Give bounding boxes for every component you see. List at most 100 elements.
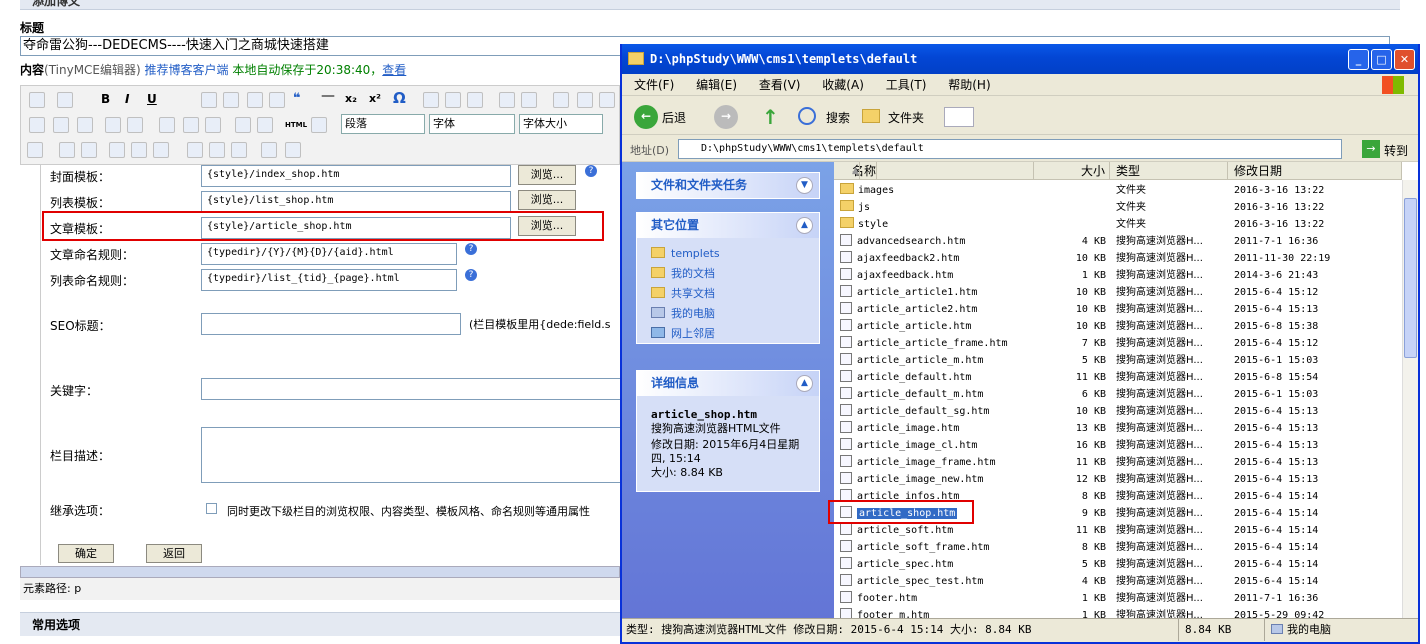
- col-after-icon[interactable]: [209, 142, 225, 158]
- help-icon[interactable]: ?: [465, 269, 477, 281]
- list-browse-button[interactable]: 浏览...: [518, 190, 576, 210]
- go-label[interactable]: 转到: [1384, 142, 1408, 159]
- explorer-titlebar[interactable]: D:\phpStudy\WWW\cms1\templets\default _ …: [622, 44, 1418, 74]
- file-row[interactable]: article_spec.htm 5 KB 搜狗高速浏览器H... 2015-6-4 …: [834, 556, 1402, 573]
- file-row[interactable]: article_image_new.htm 12 KB 搜狗高速浏览器H... 201…: [834, 471, 1402, 488]
- file-row[interactable]: article_spec_test.htm 4 KB 搜狗高速浏览器H... 2015…: [834, 573, 1402, 590]
- chevron-up-icon[interactable]: ▲: [796, 375, 813, 392]
- picture-icon[interactable]: [183, 117, 199, 133]
- align-left-icon[interactable]: [423, 92, 439, 108]
- cover-browse-button[interactable]: 浏览...: [518, 165, 576, 185]
- unlink-icon[interactable]: [53, 117, 69, 133]
- align-center-icon[interactable]: [445, 92, 461, 108]
- back-button[interactable]: 返回: [146, 544, 202, 563]
- keyword-input[interactable]: [201, 378, 621, 400]
- image-icon[interactable]: [159, 117, 175, 133]
- details-panel-header[interactable]: 详细信息 ▲: [637, 371, 819, 396]
- find-icon[interactable]: [499, 92, 515, 108]
- cover-template-input[interactable]: {style}/index_shop.htm: [201, 165, 511, 187]
- row-after-icon[interactable]: [131, 142, 147, 158]
- file-row[interactable]: article_image.htm 13 KB 搜狗高速浏览器H... 2015-6-…: [834, 420, 1402, 437]
- column-name[interactable]: 名称 ▲: [834, 162, 1034, 180]
- italic-icon[interactable]: I: [125, 92, 129, 106]
- list-naming-input[interactable]: {typedir}/list_{tid}_{page}.html: [201, 269, 457, 291]
- file-row[interactable]: style 文件夹 2016-3-16 13:22: [834, 216, 1402, 233]
- file-row[interactable]: article_default_m.htm 6 KB 搜狗高速浏览器H... 2015…: [834, 386, 1402, 403]
- format-select[interactable]: 段落: [341, 114, 425, 134]
- place-my-documents[interactable]: 我的文档: [637, 264, 819, 284]
- number-list-icon[interactable]: [223, 92, 239, 108]
- file-row[interactable]: advancedsearch.htm 4 KB 搜狗高速浏览器H... 2011-7-…: [834, 233, 1402, 250]
- recommend-link[interactable]: 推荐博客客户端: [145, 63, 229, 77]
- menu-view[interactable]: 查看(V): [759, 78, 801, 92]
- view-link[interactable]: 查看: [382, 63, 406, 77]
- file-row[interactable]: article_article.htm 10 KB 搜狗高速浏览器H... 2015-…: [834, 318, 1402, 335]
- list-template-input[interactable]: {style}/list_shop.htm: [201, 191, 511, 213]
- quote-icon[interactable]: ❝: [293, 91, 301, 106]
- close-button[interactable]: ✕: [1394, 49, 1415, 70]
- file-row[interactable]: article_image_cl.htm 16 KB 搜狗高速浏览器H... 2015…: [834, 437, 1402, 454]
- forward-arrow-icon[interactable]: →: [714, 105, 738, 129]
- fullscreen-icon[interactable]: [311, 117, 327, 133]
- menu-tools[interactable]: 工具(T): [886, 78, 927, 92]
- file-row[interactable]: article_article1.htm 10 KB 搜狗高速浏览器H... 2015…: [834, 284, 1402, 301]
- replace-icon[interactable]: [521, 92, 537, 108]
- row-delete-icon[interactable]: [153, 142, 169, 158]
- places-panel-header[interactable]: 其它位置 ▲: [637, 213, 819, 238]
- subscript-icon[interactable]: x₂: [345, 92, 357, 105]
- file-row[interactable]: article_article_m.htm 5 KB 搜狗高速浏览器H... 2015…: [834, 352, 1402, 369]
- file-row[interactable]: article_default_sg.htm 10 KB 搜狗高速浏览器H... 20…: [834, 403, 1402, 420]
- omega-icon[interactable]: Ω: [393, 89, 406, 107]
- file-row[interactable]: article_default.htm 11 KB 搜狗高速浏览器H... 2015-…: [834, 369, 1402, 386]
- file-row[interactable]: article_soft_frame.htm 8 KB 搜狗高速浏览器H... 201…: [834, 539, 1402, 556]
- bullet-list-icon[interactable]: [201, 92, 217, 108]
- html-icon[interactable]: HTML: [285, 121, 307, 129]
- superscript-icon[interactable]: x²: [369, 92, 381, 105]
- help-icon[interactable]: ?: [585, 165, 597, 177]
- file-row[interactable]: ajaxfeedback2.htm 10 KB 搜狗高速浏览器H... 2011-11…: [834, 250, 1402, 267]
- menu-file[interactable]: 文件(F): [634, 78, 674, 92]
- seo-title-input[interactable]: [201, 313, 461, 335]
- folders-label[interactable]: 文件夹: [888, 109, 924, 126]
- confirm-button[interactable]: 确定: [58, 544, 114, 563]
- tasks-panel-header[interactable]: 文件和文件夹任务 ▼: [637, 173, 819, 198]
- maximize-button[interactable]: □: [1371, 49, 1392, 70]
- scroll-thumb[interactable]: [1404, 198, 1417, 358]
- table-insert-icon[interactable]: [59, 142, 75, 158]
- split-cells-icon[interactable]: [285, 142, 301, 158]
- col-delete-icon[interactable]: [231, 142, 247, 158]
- back-arrow-icon[interactable]: ←: [634, 105, 658, 129]
- bold-icon[interactable]: B: [101, 92, 110, 106]
- horizontal-scrollbar[interactable]: [20, 566, 620, 578]
- vertical-scrollbar[interactable]: [1402, 180, 1418, 618]
- file-row[interactable]: article_article_frame.htm 7 KB 搜狗高速浏览器H...…: [834, 335, 1402, 352]
- font-color-icon[interactable]: [29, 92, 45, 108]
- eraser-icon[interactable]: [105, 117, 121, 133]
- highlight-icon[interactable]: [57, 92, 73, 108]
- edit-icon[interactable]: [27, 142, 43, 158]
- paste-icon[interactable]: [235, 117, 251, 133]
- merge-cells-icon[interactable]: [261, 142, 277, 158]
- address-input[interactable]: D:\phpStudy\WWW\cms1\templets\default: [678, 139, 1342, 159]
- code-icon[interactable]: [257, 117, 273, 133]
- row-before-icon[interactable]: [109, 142, 125, 158]
- underline-icon[interactable]: U: [147, 92, 157, 106]
- menu-favorites[interactable]: 收藏(A): [822, 78, 864, 92]
- inherit-checkbox[interactable]: [206, 503, 217, 514]
- menu-edit[interactable]: 编辑(E): [696, 78, 737, 92]
- time-icon[interactable]: [577, 92, 593, 108]
- align-right-icon[interactable]: [467, 92, 483, 108]
- search-label[interactable]: 搜索: [826, 109, 850, 126]
- common-options-header[interactable]: 常用选项: [20, 612, 620, 636]
- column-date[interactable]: 修改日期: [1228, 162, 1402, 180]
- outdent-icon[interactable]: [247, 92, 263, 108]
- article-browse-button[interactable]: 浏览...: [518, 216, 576, 236]
- media-icon[interactable]: [205, 117, 221, 133]
- place-network[interactable]: 网上邻居: [637, 324, 819, 344]
- back-label[interactable]: 后退: [662, 109, 686, 126]
- chevron-down-icon[interactable]: ▼: [796, 177, 813, 194]
- chevron-up-icon[interactable]: ▲: [796, 217, 813, 234]
- file-row[interactable]: footer.htm 1 KB 搜狗高速浏览器H... 2011-7-1 16:36: [834, 590, 1402, 607]
- file-row[interactable]: article_article2.htm 10 KB 搜狗高速浏览器H... 2015…: [834, 301, 1402, 318]
- views-icon[interactable]: [944, 107, 974, 127]
